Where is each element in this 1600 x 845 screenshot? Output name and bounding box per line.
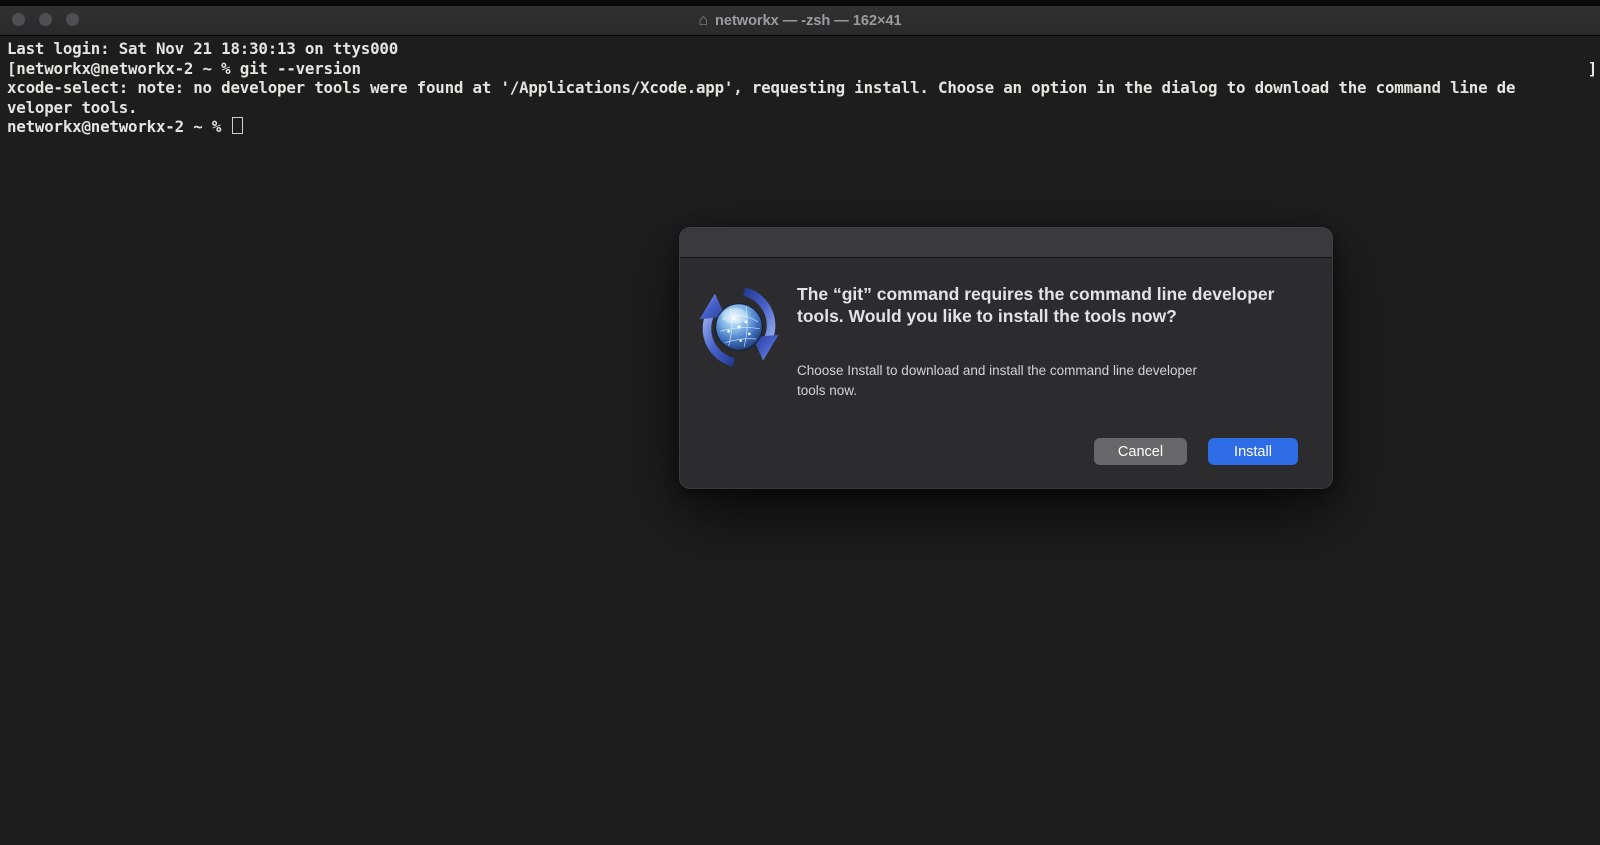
terminal-line: xcode-select: note: no developer tools w… <box>7 78 1597 98</box>
zoom-button[interactable] <box>66 13 79 26</box>
minimize-button[interactable] <box>39 13 52 26</box>
dialog-title: The “git” command requires the command l… <box>797 284 1302 327</box>
dialog-body: Choose Install to download and install t… <box>797 361 1207 400</box>
prompt-mark: ] <box>1588 59 1597 79</box>
install-button[interactable]: Install <box>1208 438 1298 465</box>
install-dialog: The “git” command requires the command l… <box>680 228 1332 488</box>
window-title: ⌂ networkx — -zsh — 162×41 <box>698 12 901 30</box>
traffic-lights <box>12 13 79 26</box>
terminal-line: Last login: Sat Nov 21 18:30:13 on ttys0… <box>7 39 1597 59</box>
terminal-line: [networkx@networkx-2 ~ % git --version] <box>7 59 1597 79</box>
dialog-buttons: Cancel Install <box>1094 438 1298 465</box>
close-button[interactable] <box>12 13 25 26</box>
home-icon: ⌂ <box>698 12 708 30</box>
terminal-prompt-line: networkx@networkx-2 ~ % <box>7 117 1597 137</box>
cancel-button[interactable]: Cancel <box>1094 438 1187 465</box>
window-title-text: networkx — -zsh — 162×41 <box>715 13 902 29</box>
terminal-cursor <box>232 117 243 134</box>
terminal-output[interactable]: Last login: Sat Nov 21 18:30:13 on ttys0… <box>7 39 1597 137</box>
dialog-titlebar[interactable] <box>680 228 1332 258</box>
window-titlebar[interactable]: ⌂ networkx — -zsh — 162×41 <box>0 6 1600 36</box>
terminal-line: veloper tools. <box>7 98 1597 118</box>
software-update-icon <box>696 284 782 370</box>
